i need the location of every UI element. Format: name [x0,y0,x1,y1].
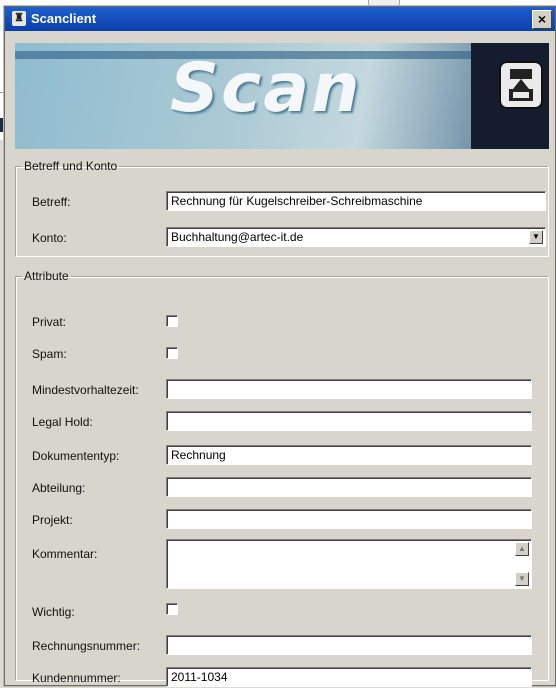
important-label: Wichtig: [32,605,75,619]
invoice-number-input[interactable] [166,635,532,655]
scan-banner: Scan [15,43,549,149]
account-select[interactable]: Buchhaltung@artec-it.de ▼ [166,227,546,247]
spam-checkbox[interactable] [166,347,178,359]
attributes-group: Attribute Privat: Spam: Mindestvorhaltez… [15,269,549,687]
project-input[interactable] [166,509,532,529]
project-label: Projekt: [32,513,73,527]
window-title: Scanclient [31,11,97,26]
legal-hold-input[interactable] [166,411,532,431]
retention-label: Mindestvorhaltezeit: [32,383,139,397]
customer-number-label: Kundennummer: [32,671,121,685]
scanclient-dialog: ♜ Scanclient × Scan Betreff und Konto Be… [4,6,556,687]
invoice-number-label: Rechnungsnummer: [32,639,141,653]
spam-label: Spam: [32,347,67,361]
scanner-logo-icon [499,61,543,109]
private-checkbox[interactable] [166,315,178,327]
comment-label: Kommentar: [32,547,98,561]
doctype-label: Dokumententyp: [32,449,120,463]
doctype-input[interactable]: Rechnung [166,445,532,465]
retention-input[interactable] [166,379,532,399]
scroll-up-icon[interactable]: ▲ [515,542,529,556]
banner-title: Scan [170,49,362,128]
department-label: Abteilung: [32,481,86,495]
title-bar[interactable]: ♜ Scanclient × [5,7,555,31]
subject-label: Betreff: [32,195,71,209]
close-button[interactable]: × [532,10,552,29]
scroll-down-icon[interactable]: ▼ [515,572,529,586]
private-label: Privat: [32,315,67,329]
subject-input[interactable]: Rechnung für Kugelschreiber-Schreibmasch… [166,191,546,211]
comment-textarea[interactable]: ▲ ▼ [166,539,532,589]
chevron-down-icon[interactable]: ▼ [529,230,543,244]
attributes-legend: Attribute [24,269,69,283]
department-input[interactable] [166,477,532,497]
subject-account-group: Betreff und Konto Betreff: Rechnung für … [15,159,549,257]
subject-account-legend: Betreff und Konto [24,159,118,173]
customer-number-input[interactable]: 2011-1034 [166,667,532,687]
account-label: Konto: [32,231,67,245]
legal-hold-label: Legal Hold: [32,415,93,429]
account-select-value: Buchhaltung@artec-it.de [171,230,304,244]
important-checkbox[interactable] [166,603,178,615]
app-icon: ♜ [12,11,26,26]
